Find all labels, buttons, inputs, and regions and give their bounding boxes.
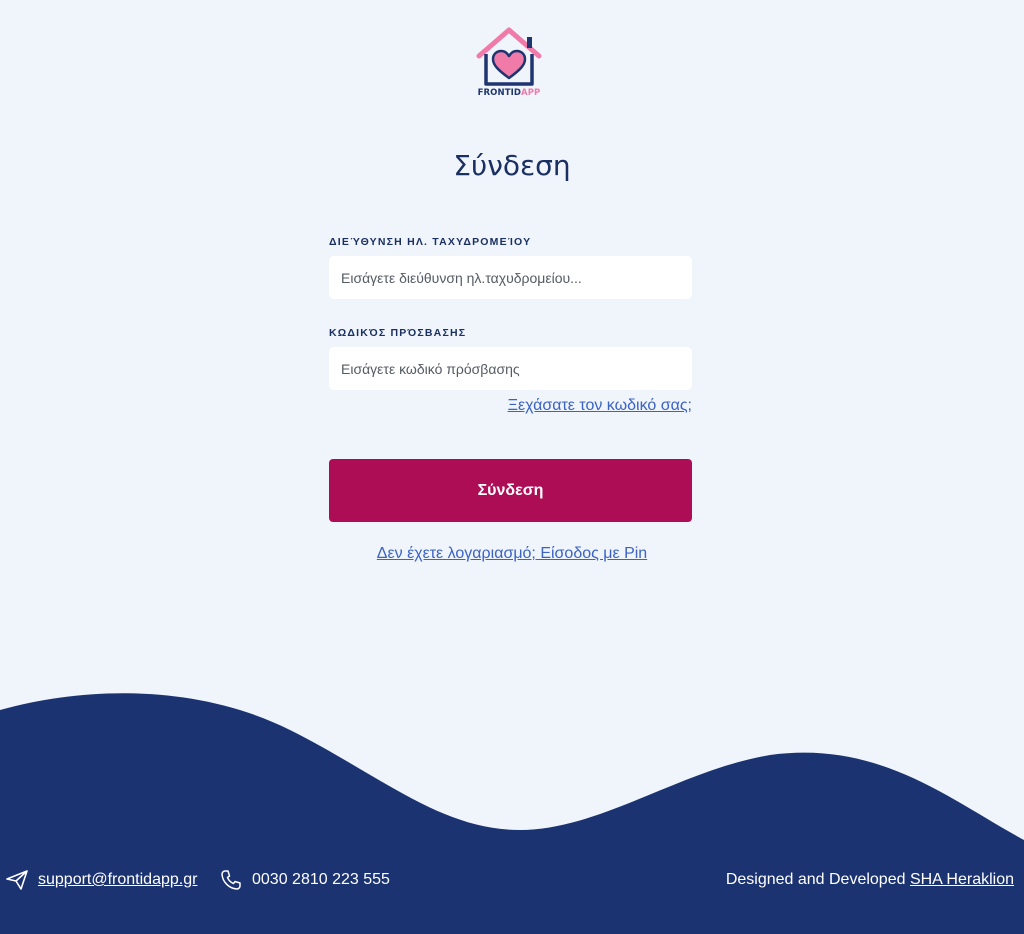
- pin-login-link[interactable]: Δεν έχετε λογαριασμό; Είσοδος με Pin: [377, 545, 647, 562]
- footer-wave: [0, 693, 1024, 934]
- password-field[interactable]: [329, 347, 692, 390]
- brand-name: FRONTIDAPP: [477, 88, 541, 98]
- house-heart-icon: [476, 27, 542, 86]
- credit-link[interactable]: SHA Heraklion: [910, 871, 1014, 889]
- brand-logo: FRONTIDAPP: [474, 26, 544, 106]
- footer-credit: Designed and Developed SHA Heraklion: [726, 868, 1014, 892]
- login-button[interactable]: Σύνδεση: [329, 459, 692, 522]
- pin-login-link-row: Δεν έχετε λογαριασμό; Είσοδος με Pin: [0, 545, 1024, 563]
- password-label: ΚΩΔΙΚΌΣ ΠΡΌΣΒΑΣΗΣ: [329, 327, 467, 339]
- page-title: Σύνδεση: [453, 149, 571, 182]
- forgot-password-link[interactable]: Ξεχάσατε τον κωδικό σας;: [508, 397, 692, 415]
- footer-email: support@frontidapp.gr: [6, 868, 197, 892]
- paper-plane-icon: [6, 870, 28, 890]
- email-field[interactable]: [329, 256, 692, 299]
- phone-number: 0030 2810 223 555: [252, 871, 390, 888]
- footer-phone: 0030 2810 223 555: [220, 868, 390, 892]
- support-email-link[interactable]: support@frontidapp.gr: [38, 871, 197, 889]
- credit-text: Designed and Developed: [725, 871, 906, 888]
- email-label: ΔΙΕΎΘΥΝΣΗ ΗΛ. ΤΑΧΥΔΡΟΜΕΊΟΥ: [329, 236, 532, 248]
- phone-icon: [221, 870, 241, 890]
